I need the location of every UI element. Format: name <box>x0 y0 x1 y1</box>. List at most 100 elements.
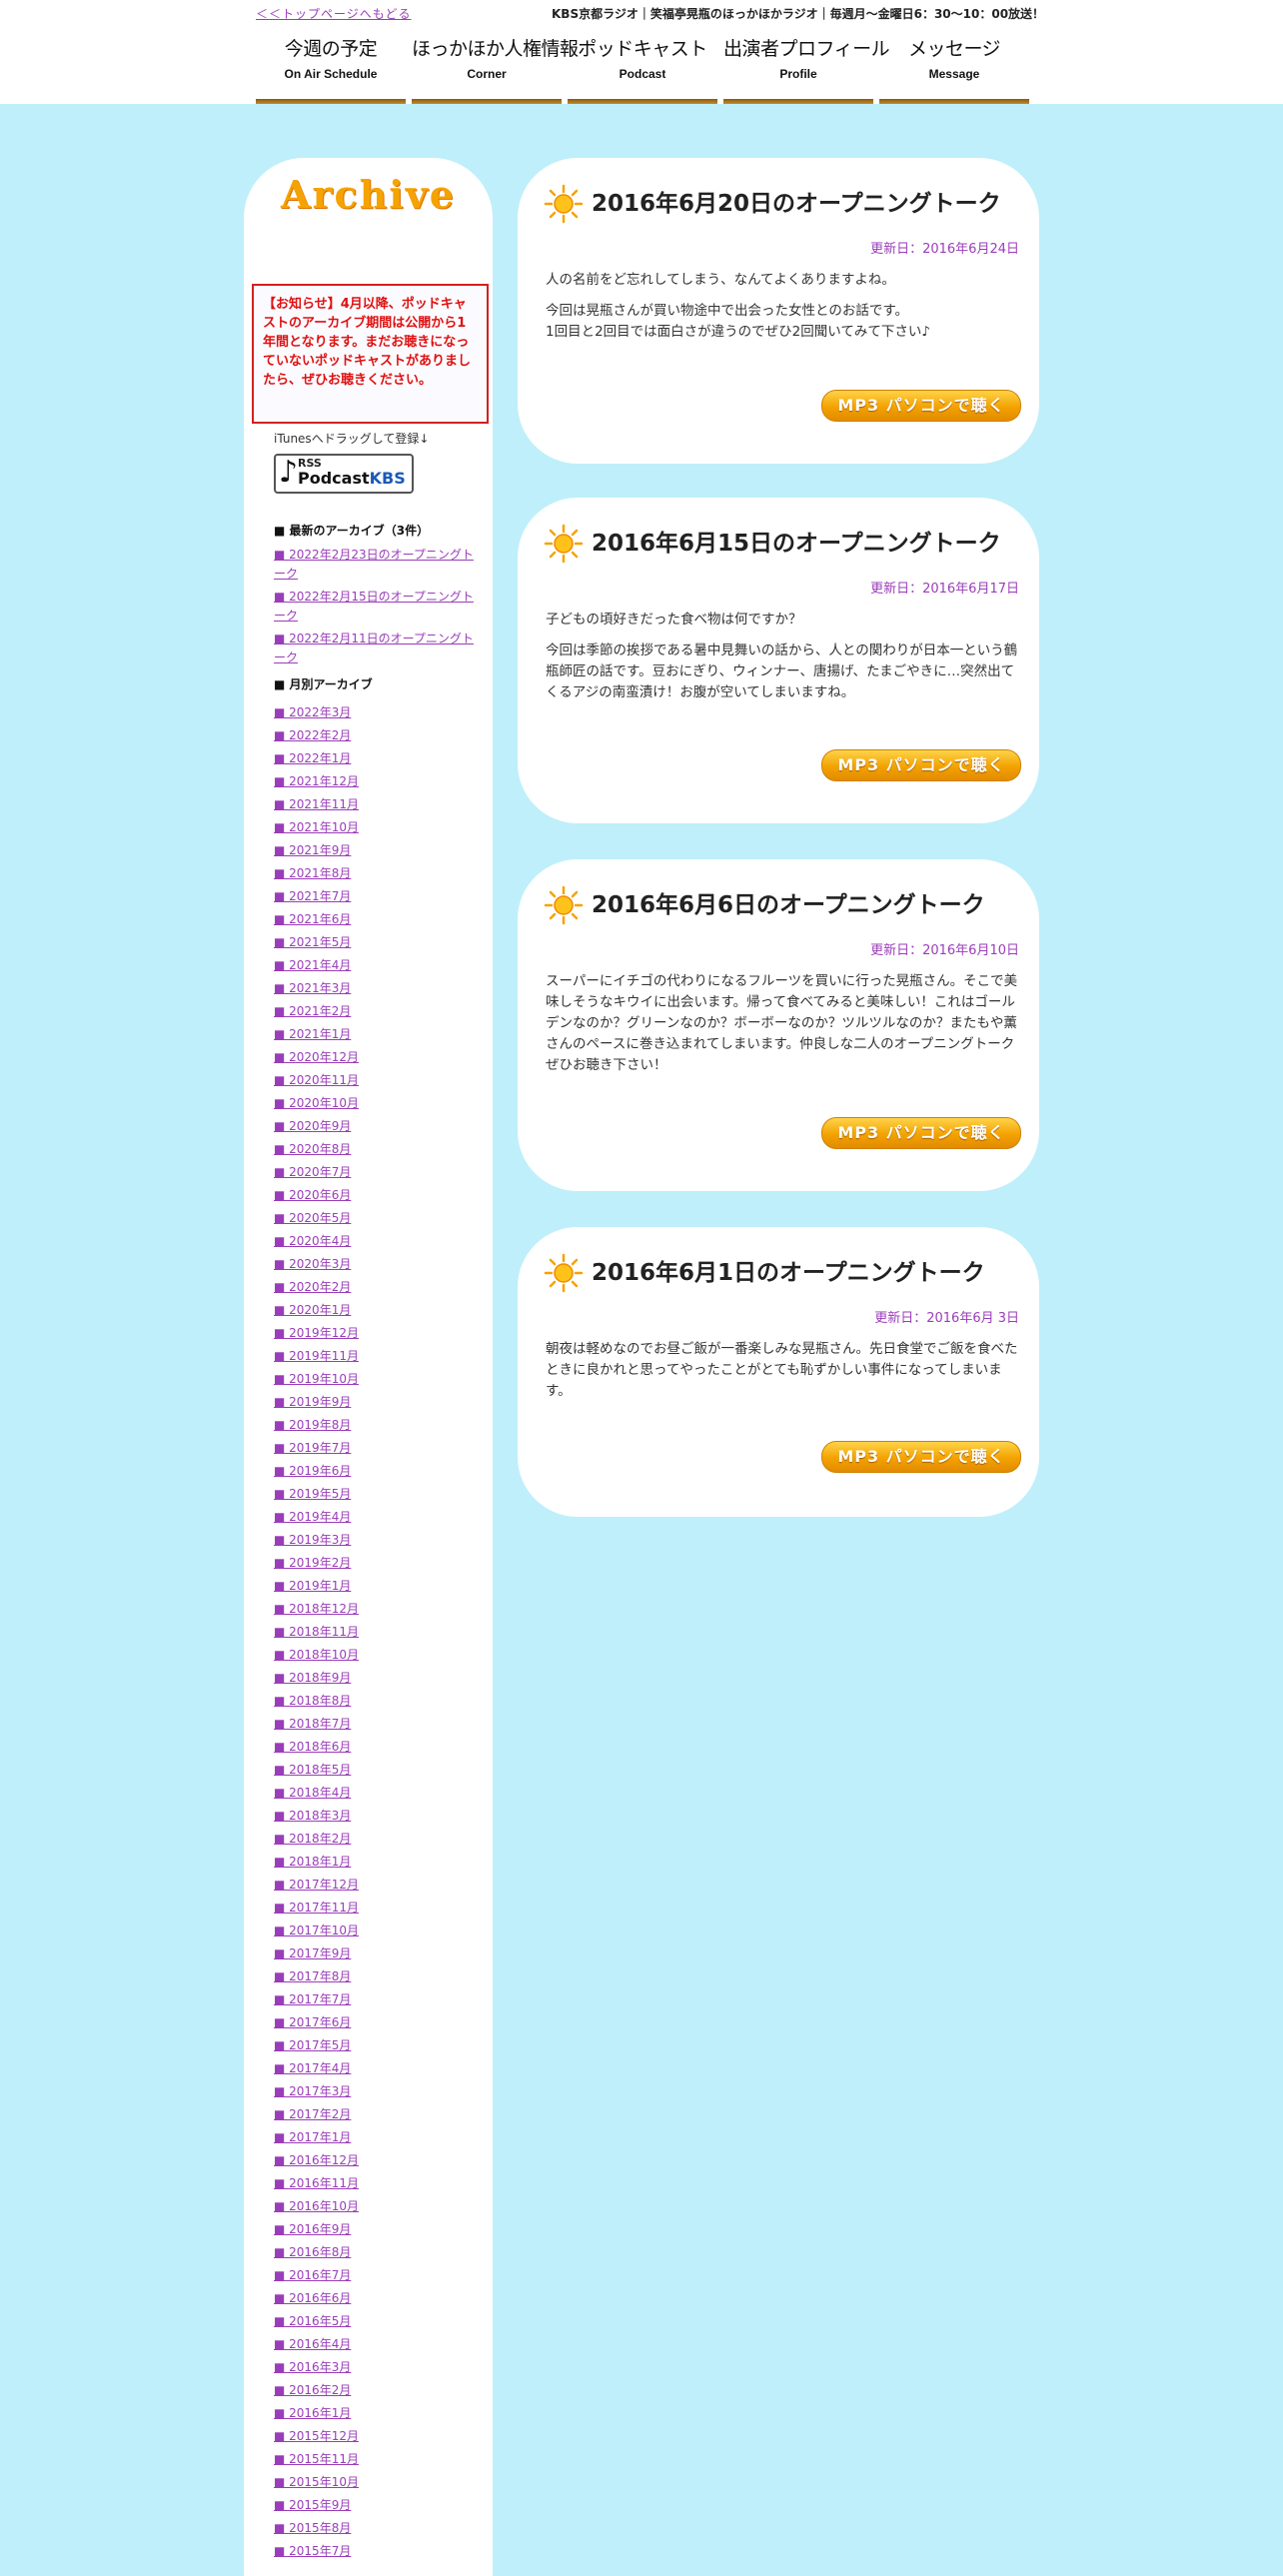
monthly-archive-link[interactable]: ■ 2018年7月 <box>274 1713 359 1736</box>
monthly-archive-link[interactable]: ■ 2019年10月 <box>274 1368 359 1391</box>
monthly-archive-link[interactable]: ■ 2021年10月 <box>274 816 359 839</box>
episode-description: 人の名前をど忘れしてしまう、なんてよくありますよね。 今回は晃瓶さんが買い物途中… <box>546 270 1019 353</box>
monthly-archive-link[interactable]: ■ 2021年4月 <box>274 954 359 977</box>
monthly-archive-link[interactable]: ■ 2017年6月 <box>274 2011 359 2034</box>
monthly-archive-link[interactable]: ■ 2021年12月 <box>274 770 359 793</box>
monthly-archive-link[interactable]: ■ 2016年12月 <box>274 2149 359 2172</box>
monthly-archive-link[interactable]: ■ 2020年12月 <box>274 1046 359 1069</box>
monthly-archive-link[interactable]: ■ 2015年10月 <box>274 2471 359 2494</box>
monthly-archive-link[interactable]: ■ 2016年1月 <box>274 2402 359 2425</box>
monthly-archive-link[interactable]: ■ 2018年2月 <box>274 1828 359 1851</box>
mp3-listen-button[interactable]: MP3 パソコンで聴く <box>821 1441 1021 1473</box>
monthly-archive-link[interactable]: ■ 2020年5月 <box>274 1207 359 1230</box>
monthly-archive-link[interactable]: ■ 2020年3月 <box>274 1253 359 1276</box>
badge-podcast-label: PodcastKBS <box>298 469 406 488</box>
nav-message-sub: Message <box>928 67 980 81</box>
monthly-archive-link[interactable]: ■ 2017年5月 <box>274 2034 359 2057</box>
monthly-archive-link[interactable]: ■ 2020年9月 <box>274 1115 359 1138</box>
monthly-archive-link[interactable]: ■ 2017年10月 <box>274 1920 359 1942</box>
monthly-archive-link[interactable]: ■ 2017年8月 <box>274 1965 359 1988</box>
recent-archive-link[interactable]: ■ 2022年2月15日のオープニングトーク <box>274 588 474 626</box>
monthly-archive-link[interactable]: ■ 2021年7月 <box>274 885 359 908</box>
monthly-archive-link[interactable]: ■ 2015年11月 <box>274 2448 359 2471</box>
monthly-archive-link[interactable]: ■ 2018年3月 <box>274 1805 359 1828</box>
monthly-archive-link[interactable]: ■ 2020年11月 <box>274 1069 359 1092</box>
nav-profile[interactable]: 出演者プロフィール Profile <box>723 32 890 104</box>
site-tagline: KBS京都ラジオ｜笑福亭晃瓶のほっかほかラジオ｜毎週月～金曜日6：30～10：0… <box>552 7 1045 21</box>
monthly-archive-link[interactable]: ■ 2016年4月 <box>274 2333 359 2356</box>
monthly-archive-link[interactable]: ■ 2022年3月 <box>274 701 359 724</box>
monthly-archive-link[interactable]: ■ 2016年5月 <box>274 2310 359 2333</box>
monthly-archive-link[interactable]: ■ 2022年2月 <box>274 724 359 747</box>
monthly-archive-link[interactable]: ■ 2020年1月 <box>274 1299 359 1322</box>
podcast-rss-badge[interactable]: ♪ RSS PodcastKBS <box>274 454 414 494</box>
mp3-listen-button[interactable]: MP3 パソコンで聴く <box>821 390 1021 422</box>
monthly-archive-link[interactable]: ■ 2022年1月 <box>274 747 359 770</box>
monthly-archive-link[interactable]: ■ 2018年1月 <box>274 1851 359 1874</box>
monthly-archive-link[interactable]: ■ 2018年12月 <box>274 1598 359 1621</box>
monthly-archive-link[interactable]: ■ 2016年6月 <box>274 2287 359 2310</box>
monthly-archive-link[interactable]: ■ 2019年11月 <box>274 1345 359 1368</box>
monthly-archive-link[interactable]: ■ 2016年11月 <box>274 2172 359 2195</box>
monthly-archive-link[interactable]: ■ 2020年7月 <box>274 1161 359 1184</box>
monthly-archive-link[interactable]: ■ 2021年8月 <box>274 862 359 885</box>
monthly-archive-link[interactable]: ■ 2019年9月 <box>274 1391 359 1414</box>
monthly-archive-link[interactable]: ■ 2018年8月 <box>274 1690 359 1713</box>
monthly-archive-link[interactable]: ■ 2020年2月 <box>274 1276 359 1299</box>
monthly-archive-link[interactable]: ■ 2017年7月 <box>274 1988 359 2011</box>
monthly-archive-link[interactable]: ■ 2021年9月 <box>274 839 359 862</box>
monthly-archive-link[interactable]: ■ 2017年2月 <box>274 2103 359 2126</box>
monthly-archive-link[interactable]: ■ 2020年8月 <box>274 1138 359 1161</box>
monthly-archive-link[interactable]: ■ 2019年4月 <box>274 1506 359 1529</box>
monthly-archive-link[interactable]: ■ 2015年8月 <box>274 2517 359 2540</box>
monthly-archive-link[interactable]: ■ 2015年12月 <box>274 2425 359 2448</box>
monthly-archive-link[interactable]: ■ 2021年2月 <box>274 1000 359 1023</box>
monthly-archive-link[interactable]: ■ 2018年10月 <box>274 1644 359 1667</box>
monthly-archive-link[interactable]: ■ 2018年9月 <box>274 1667 359 1690</box>
monthly-archive-link[interactable]: ■ 2017年9月 <box>274 1942 359 1965</box>
monthly-archive-link[interactable]: ■ 2018年11月 <box>274 1621 359 1644</box>
monthly-archive-link[interactable]: ■ 2019年8月 <box>274 1414 359 1437</box>
monthly-archive-link[interactable]: ■ 2015年7月 <box>274 2540 359 2563</box>
monthly-archive-link[interactable]: ■ 2019年5月 <box>274 1483 359 1506</box>
monthly-archive-link[interactable]: ■ 2021年1月 <box>274 1023 359 1046</box>
mp3-listen-button[interactable]: MP3 パソコンで聴く <box>821 749 1021 781</box>
monthly-archive-link[interactable]: ■ 2018年5月 <box>274 1759 359 1782</box>
monthly-archive-link[interactable]: ■ 2017年11月 <box>274 1897 359 1920</box>
monthly-archive-link[interactable]: ■ 2016年2月 <box>274 2379 359 2402</box>
recent-archive-link[interactable]: ■ 2022年2月11日のオープニングトーク <box>274 630 474 667</box>
nav-schedule[interactable]: 今週の予定 On Air Schedule <box>256 32 406 104</box>
monthly-archive-link[interactable]: ■ 2015年9月 <box>274 2494 359 2517</box>
monthly-archive-link[interactable]: ■ 2021年6月 <box>274 908 359 931</box>
monthly-archive-link[interactable]: ■ 2018年6月 <box>274 1736 359 1759</box>
monthly-archive-link[interactable]: ■ 2018年4月 <box>274 1782 359 1805</box>
monthly-archive-link[interactable]: ■ 2020年4月 <box>274 1230 359 1253</box>
monthly-archive-link[interactable]: ■ 2019年7月 <box>274 1437 359 1460</box>
monthly-archive-link[interactable]: ■ 2019年2月 <box>274 1552 359 1575</box>
back-to-top-link[interactable]: ＜＜トップページへもどる <box>256 5 412 22</box>
monthly-archive-link[interactable]: ■ 2021年11月 <box>274 793 359 816</box>
monthly-archive-link[interactable]: ■ 2020年10月 <box>274 1092 359 1115</box>
monthly-archive-link[interactable]: ■ 2017年12月 <box>274 1874 359 1897</box>
monthly-archive-link[interactable]: ■ 2017年1月 <box>274 2126 359 2149</box>
nav-corner[interactable]: ほっかほか人権情報 Corner <box>412 32 579 104</box>
nav-podcast[interactable]: ポッドキャスト Podcast <box>568 32 717 104</box>
recent-archive-link[interactable]: ■ 2022年2月23日のオープニングトーク <box>274 546 474 584</box>
monthly-archive-link[interactable]: ■ 2020年6月 <box>274 1184 359 1207</box>
monthly-archive-link[interactable]: ■ 2016年10月 <box>274 2195 359 2218</box>
monthly-archive-link[interactable]: ■ 2021年5月 <box>274 931 359 954</box>
monthly-archive-link[interactable]: ■ 2016年8月 <box>274 2241 359 2264</box>
monthly-archive-link[interactable]: ■ 2016年7月 <box>274 2264 359 2287</box>
monthly-archive-link[interactable]: ■ 2017年4月 <box>274 2057 359 2080</box>
monthly-archive-link[interactable]: ■ 2019年6月 <box>274 1460 359 1483</box>
monthly-archive-link[interactable]: ■ 2016年9月 <box>274 2218 359 2241</box>
monthly-archive-link[interactable]: ■ 2019年3月 <box>274 1529 359 1552</box>
monthly-archive-link[interactable]: ■ 2017年3月 <box>274 2080 359 2103</box>
monthly-archive-link[interactable]: ■ 2019年1月 <box>274 1575 359 1598</box>
monthly-archive-link[interactable]: ■ 2021年3月 <box>274 977 359 1000</box>
mp3-listen-button[interactable]: MP3 パソコンで聴く <box>821 1117 1021 1149</box>
monthly-archive-link[interactable]: ■ 2019年12月 <box>274 1322 359 1345</box>
nav-message[interactable]: メッセージ Message <box>879 32 1029 104</box>
episode-paragraph: スーパーにイチゴの代わりになるフルーツを買いに行った晃瓶さん。そこで美味しそうな… <box>546 973 1018 1073</box>
monthly-archive-link[interactable]: ■ 2016年3月 <box>274 2356 359 2379</box>
